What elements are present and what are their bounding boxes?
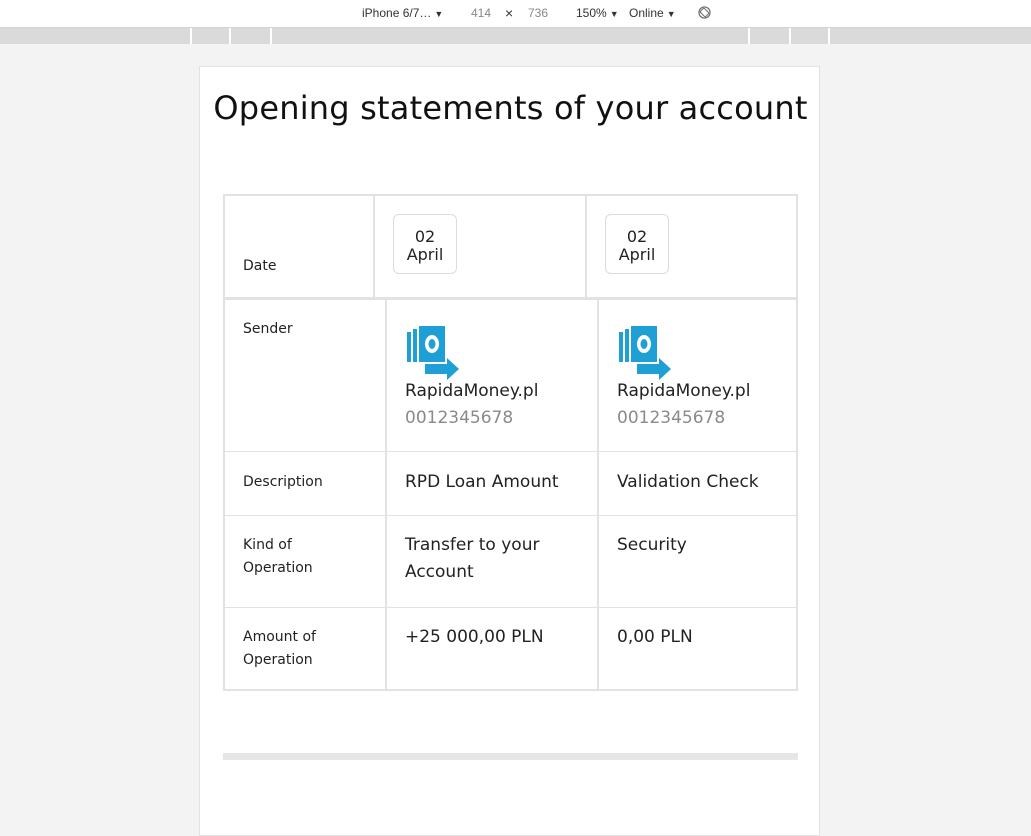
device-viewport: Opening statements of your account Date … (199, 66, 820, 836)
kind-value: Transfer to your Account (405, 535, 540, 582)
kind-value: Security (617, 535, 687, 555)
date-badge: 02 April (393, 214, 457, 274)
amount-row: Amount of Operation +25 000,00 PLN 0,00 … (225, 608, 796, 689)
devtools-toolbar: iPhone 6/7… ▼ 414 × 736 150% ▼ Online ▼ (0, 0, 1031, 28)
kind-row: Kind of Operation Transfer to your Accou… (225, 516, 796, 608)
description-row: Description RPD Loan Amount Validation C… (225, 452, 796, 516)
date-label: Date (243, 258, 277, 274)
sender-account: 0012345678 (405, 408, 514, 428)
amount-label: Amount of Operation (243, 629, 316, 668)
chevron-down-icon: ▼ (434, 9, 444, 19)
device-select[interactable]: iPhone 6/7… ▼ (362, 6, 443, 20)
dimension-separator: × (505, 5, 514, 21)
date-day: 02 (626, 227, 648, 246)
description-value: Validation Check (617, 472, 759, 492)
statement-table: Date 02 April 02 April Sender RapidaMone… (223, 194, 798, 691)
kind-label: Kind of Operation (243, 537, 313, 576)
sender-name: RapidaMoney.pl (617, 381, 751, 401)
zoom-select[interactable]: 150% ▼ (576, 6, 619, 20)
date-month: April (618, 245, 656, 264)
chevron-down-icon: ▼ (666, 9, 676, 19)
zoom-label: 150% (576, 6, 607, 20)
network-label: Online (629, 6, 664, 20)
amount-value: 0,00 PLN (617, 627, 693, 647)
description-value: RPD Loan Amount (405, 472, 559, 492)
viewport-width-input[interactable]: 414 (471, 6, 491, 20)
sender-label: Sender (243, 321, 293, 337)
device-label: iPhone 6/7… (362, 6, 432, 20)
network-throttle-select[interactable]: Online ▼ (629, 6, 676, 20)
viewport-height-input[interactable]: 736 (528, 6, 548, 20)
divider-bar (223, 753, 798, 760)
date-day: 02 (414, 227, 436, 246)
rotate-icon[interactable] (698, 6, 711, 19)
date-row: Date 02 April 02 April (225, 196, 796, 300)
media-query-bar[interactable] (0, 28, 1031, 44)
money-transfer-icon (619, 326, 671, 380)
description-label: Description (243, 474, 323, 490)
sender-row: Sender RapidaMoney.pl 0012345678 RapidaM… (225, 300, 796, 452)
chevron-down-icon: ▼ (609, 9, 619, 19)
money-transfer-icon (407, 326, 459, 380)
page-title: Opening statements of your account (213, 89, 808, 127)
sender-account: 0012345678 (617, 408, 726, 428)
date-badge: 02 April (605, 214, 669, 274)
sender-name: RapidaMoney.pl (405, 381, 539, 401)
date-month: April (406, 245, 444, 264)
amount-value: +25 000,00 PLN (405, 627, 544, 647)
